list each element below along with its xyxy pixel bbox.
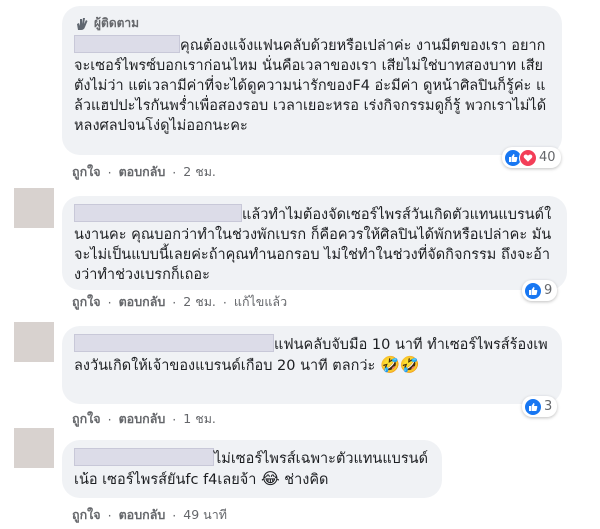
like-icon xyxy=(524,281,542,300)
avatar[interactable] xyxy=(14,428,54,468)
rofl-emoji: 🤣🤣 xyxy=(379,355,420,374)
laughing-emoji: 😂 xyxy=(260,469,280,488)
reaction-summary[interactable]: 3 xyxy=(522,396,558,417)
follower-hand-icon xyxy=(77,17,88,30)
comment-bubble: ไม่เซอร์ไพรส์เฉพาะตัวแทนแบรนด์เน้อ เซอร์… xyxy=(62,440,442,498)
separator-dot: · xyxy=(172,507,177,523)
redacted-author-name[interactable] xyxy=(74,204,242,222)
separator-dot: · xyxy=(107,294,112,310)
comment-bubble: แฟนคลับจับมือ 10 นาที ทำเซอร์ไพรส์ร้องเพ… xyxy=(62,326,562,404)
reaction-summary[interactable]: 40 xyxy=(502,147,561,168)
comment-bubble: ผู้ติดตาม คุณต้องแจ้งแฟนคลับด้วยหรือเปล่… xyxy=(62,6,562,155)
like-link[interactable]: ถูกใจ xyxy=(72,292,101,312)
separator-dot: · xyxy=(107,507,112,523)
redacted-author-name[interactable] xyxy=(74,448,214,466)
like-link[interactable]: ถูกใจ xyxy=(72,505,101,525)
comment-text: คุณต้องแจ้งแฟนคลับด้วยหรือเปล่าค่ะ งานมี… xyxy=(74,35,550,136)
comment-text: แฟนคลับจับมือ 10 นาที ทำเซอร์ไพรส์ร้องเพ… xyxy=(74,334,550,376)
avatar[interactable] xyxy=(14,322,54,362)
separator-dot: · xyxy=(107,164,112,180)
reaction-count: 40 xyxy=(539,150,556,165)
comment-text: แล้วทำไมต้องจัดเซอร์ไพรส์วันเกิดตัวแทนแบ… xyxy=(74,204,555,285)
comment-bubble: แล้วทำไมต้องจัดเซอร์ไพรส์วันเกิดตัวแทนแบ… xyxy=(62,196,567,290)
heart-icon xyxy=(519,148,537,167)
reply-link[interactable]: ตอบกลับ xyxy=(119,292,166,312)
timestamp[interactable]: 2 ชม. xyxy=(183,292,216,312)
redacted-author-name[interactable] xyxy=(74,334,274,352)
edited-label[interactable]: แก้ไขแล้ว xyxy=(234,292,287,312)
follower-badge: ผู้ติดตาม xyxy=(74,14,550,33)
separator-dot: · xyxy=(107,411,112,427)
comment-actions: ถูกใจ · ตอบกลับ · 1 ชม. xyxy=(72,409,216,429)
separator-dot: · xyxy=(222,294,227,310)
separator-dot: · xyxy=(172,294,177,310)
timestamp[interactable]: 49 นาที xyxy=(183,505,227,525)
timestamp[interactable]: 1 ชม. xyxy=(183,409,216,429)
comment-actions: ถูกใจ · ตอบกลับ · 2 ชม. xyxy=(72,162,216,182)
reaction-summary[interactable]: 9 xyxy=(522,280,558,301)
comment-actions: ถูกใจ · ตอบกลับ · 2 ชม. · แก้ไขแล้ว xyxy=(72,292,287,312)
separator-dot: · xyxy=(172,411,177,427)
redacted-author-name[interactable] xyxy=(74,35,180,53)
reply-link[interactable]: ตอบกลับ xyxy=(119,162,166,182)
reaction-count: 3 xyxy=(544,399,553,414)
like-link[interactable]: ถูกใจ xyxy=(72,409,101,429)
separator-dot: · xyxy=(172,164,177,180)
reply-link[interactable]: ตอบกลับ xyxy=(119,505,166,525)
timestamp[interactable]: 2 ชม. xyxy=(183,162,216,182)
reaction-count: 9 xyxy=(544,283,553,298)
reply-link[interactable]: ตอบกลับ xyxy=(119,409,166,429)
avatar[interactable] xyxy=(14,188,54,228)
comment-actions: ถูกใจ · ตอบกลับ · 49 นาที xyxy=(72,505,227,525)
comment-text: ไม่เซอร์ไพรส์เฉพาะตัวแทนแบรนด์เน้อ เซอร์… xyxy=(74,448,430,490)
like-icon xyxy=(524,397,542,416)
like-link[interactable]: ถูกใจ xyxy=(72,162,101,182)
